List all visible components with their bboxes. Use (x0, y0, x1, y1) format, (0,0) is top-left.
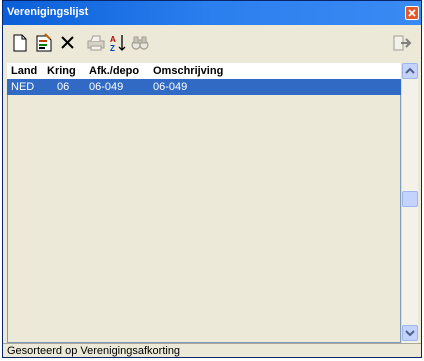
status-text: Gesorteerd op Verenigingsafkorting (7, 345, 181, 357)
new-document-icon (13, 34, 27, 52)
edit-button[interactable] (33, 32, 55, 54)
toolbar: A Z (3, 25, 421, 59)
exit-button[interactable] (391, 32, 413, 54)
new-button[interactable] (9, 32, 31, 54)
find-button[interactable] (129, 32, 151, 54)
sort-icon: A Z (110, 35, 126, 53)
column-header-afk-depo[interactable]: Afk./depo (89, 65, 139, 77)
verenigingslijst-window: Verenigingslijst A Z Land Kring Afk./dep… (2, 0, 422, 358)
cell-kring: 06 (57, 81, 70, 93)
column-header-omschrijving[interactable]: Omschrijving (153, 65, 223, 77)
scroll-thumb[interactable] (402, 191, 418, 207)
delete-icon (61, 36, 74, 49)
cell-land: NED (11, 81, 35, 93)
exit-icon (393, 35, 412, 51)
title-bar[interactable]: Verenigingslijst (3, 1, 421, 25)
status-bar: Gesorteerd op Verenigingsafkorting (3, 343, 421, 357)
delete-button[interactable] (57, 32, 79, 54)
svg-text:Z: Z (110, 44, 115, 53)
list-row[interactable]: NED 06 06-049 06-049 (7, 79, 401, 95)
scroll-up-button[interactable] (402, 63, 418, 79)
cell-omschrijving: 06-049 (153, 81, 188, 93)
chevron-down-icon (405, 330, 415, 337)
association-list[interactable] (7, 63, 401, 343)
print-button[interactable] (85, 32, 107, 54)
cell-afk-depo: 06-049 (89, 81, 124, 93)
vertical-scrollbar[interactable] (401, 63, 418, 343)
edit-document-icon (36, 33, 52, 52)
svg-text:A: A (110, 35, 116, 44)
column-header-land[interactable]: Land (11, 65, 37, 77)
scroll-down-button[interactable] (402, 325, 418, 341)
find-icon (131, 36, 149, 50)
chevron-up-icon (405, 67, 415, 74)
print-icon (87, 35, 105, 51)
window-title: Verenigingslijst (7, 6, 89, 18)
list-header: Land Kring Afk./depo Omschrijving (7, 63, 401, 79)
column-header-kring[interactable]: Kring (47, 65, 76, 77)
close-button[interactable] (405, 6, 419, 20)
sort-button[interactable]: A Z (107, 32, 129, 54)
close-icon (408, 9, 416, 17)
